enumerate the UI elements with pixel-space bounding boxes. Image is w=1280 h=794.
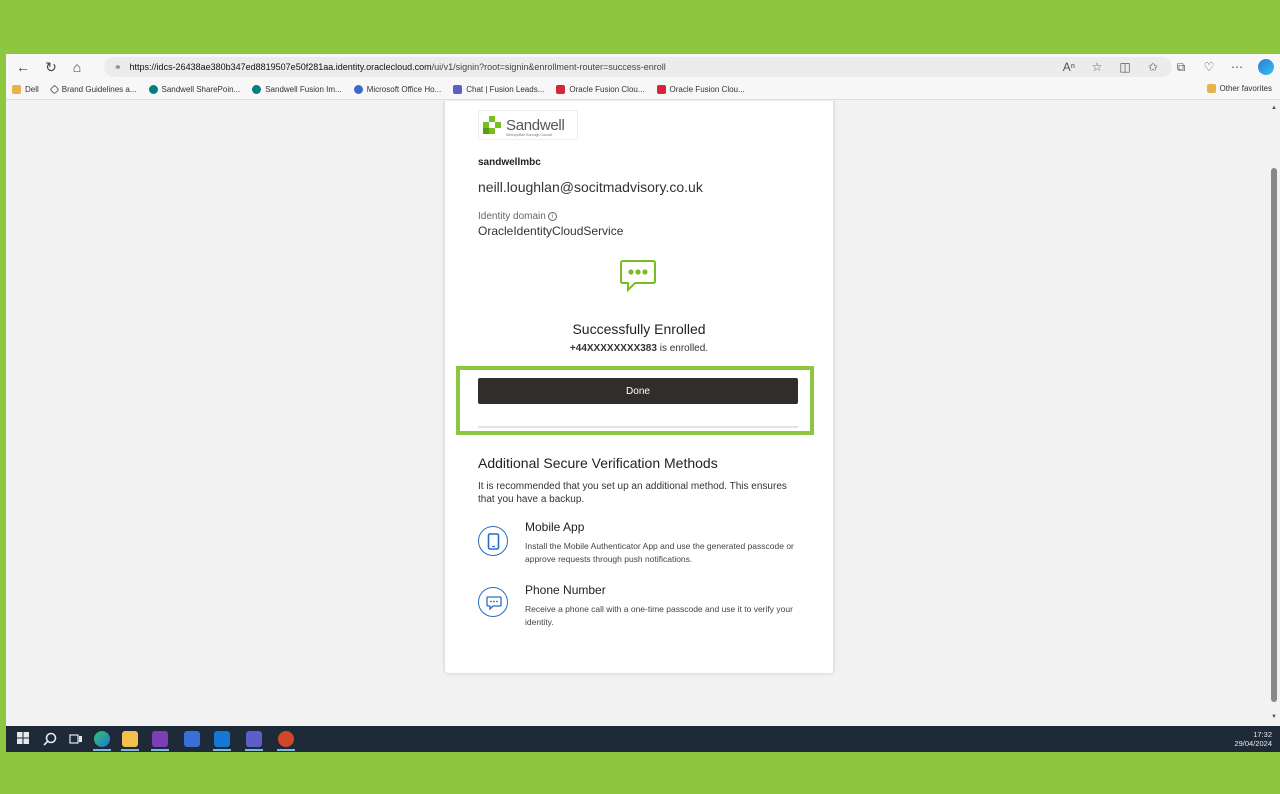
favorites-bar: Dell Brand Guidelines a... Sandwell Shar… bbox=[6, 80, 1280, 100]
success-title: Successfully Enrolled bbox=[572, 321, 706, 337]
app-icon[interactable] bbox=[184, 731, 200, 747]
identity-domain-label-text: Identity domain bbox=[478, 211, 546, 222]
oracle-icon bbox=[556, 85, 566, 94]
favorite-label: Sandwell Fusion Im... bbox=[265, 85, 342, 94]
info-icon[interactable]: i bbox=[547, 211, 557, 221]
teams-active-indicator bbox=[245, 749, 263, 751]
favorite-microsoft-office[interactable]: Microsoft Office Ho... bbox=[353, 85, 442, 94]
mobile-phone-icon bbox=[487, 533, 500, 550]
identity-domain-value: OracleIdentityCloudService bbox=[478, 224, 624, 238]
windows-start-icon[interactable] bbox=[16, 731, 32, 747]
phone-number-description: Receive a phone call with a one-time pas… bbox=[525, 604, 793, 627]
powerpoint-icon[interactable] bbox=[278, 731, 294, 747]
read-aloud-icon[interactable]: Aⁿ bbox=[1062, 60, 1076, 74]
scroll-thumb[interactable] bbox=[1271, 168, 1277, 702]
home-icon[interactable]: ⌂ bbox=[66, 56, 88, 78]
windows-taskbar: 17:32 29/04/2024 bbox=[6, 726, 1280, 752]
clock-date: 29/04/2024 bbox=[1234, 739, 1272, 748]
search-icon[interactable] bbox=[42, 731, 58, 747]
task-view-icon[interactable] bbox=[68, 731, 84, 747]
lock-icon: ⚭ bbox=[114, 61, 122, 72]
onenote-active-indicator bbox=[151, 749, 169, 751]
favorite-label: Chat | Fusion Leads... bbox=[466, 85, 545, 94]
favorite-label: Microsoft Office Ho... bbox=[366, 85, 442, 94]
enrolled-suffix: is enrolled. bbox=[656, 343, 709, 354]
page-scrollbar[interactable]: ▲ ▼ bbox=[1268, 101, 1280, 724]
more-icon[interactable]: ⋯ bbox=[1230, 60, 1244, 74]
additional-methods-title: Additional Secure Verification Methods bbox=[478, 455, 718, 471]
other-favorites-label: Other favorites bbox=[1219, 84, 1272, 93]
url-host: https://idcs-26438ae380b347ed8819507e50f… bbox=[129, 62, 432, 72]
enrolled-message: +44XXXXXXXX383 is enrolled. bbox=[445, 343, 833, 354]
enrolled-number: +44XXXXXXXX383 bbox=[569, 343, 657, 354]
onenote-icon[interactable] bbox=[152, 731, 168, 747]
favorite-oracle-fusion-2[interactable]: Oracle Fusion Clou... bbox=[656, 85, 745, 94]
favorite-brand-guidelines[interactable]: Brand Guidelines a... bbox=[49, 84, 137, 95]
scroll-down-icon[interactable]: ▼ bbox=[1271, 714, 1277, 720]
clock-time: 17:32 bbox=[1253, 730, 1272, 739]
toolbar-icons: Aⁿ ☆ ◫ ✩ ⧉ ♡ ⋯ bbox=[1062, 57, 1274, 77]
collections-icon[interactable]: ⧉ bbox=[1174, 60, 1188, 75]
logo-mark-icon bbox=[483, 116, 501, 134]
favorite-label: Dell bbox=[25, 85, 39, 94]
mobile-app-method-icon[interactable] bbox=[478, 526, 508, 556]
browser-essentials-icon[interactable]: ♡ bbox=[1202, 60, 1216, 74]
sms-chat-icon bbox=[620, 260, 656, 293]
sandwell-logo: Sandwell Metropolitan Borough Council bbox=[478, 110, 578, 140]
identity-domain-label: Identity domain i bbox=[478, 211, 557, 222]
other-favorites[interactable]: Other favorites bbox=[1206, 84, 1272, 93]
system-clock[interactable]: 17:32 29/04/2024 bbox=[1234, 730, 1272, 748]
favorite-sandwell-sharepoint[interactable]: Sandwell SharePoin... bbox=[148, 85, 241, 94]
scroll-up-icon[interactable]: ▲ bbox=[1271, 105, 1277, 111]
favorite-label: Brand Guidelines a... bbox=[61, 85, 137, 94]
powerpoint-active-indicator bbox=[277, 749, 295, 751]
favorite-label: Sandwell SharePoin... bbox=[161, 85, 241, 94]
favorite-dell[interactable]: Dell bbox=[12, 85, 39, 94]
refresh-icon[interactable]: ↻ bbox=[40, 56, 62, 78]
favorite-star-icon[interactable]: ☆ bbox=[1090, 60, 1104, 74]
edge-active-indicator bbox=[93, 749, 111, 751]
favorite-chat-fusion[interactable]: Chat | Fusion Leads... bbox=[453, 85, 544, 94]
teams-icon bbox=[453, 85, 463, 94]
back-icon[interactable]: ← bbox=[12, 56, 34, 78]
explorer-active-indicator bbox=[121, 749, 139, 751]
favorites-icon[interactable]: ✩ bbox=[1146, 60, 1160, 74]
office-icon bbox=[353, 85, 363, 94]
favorite-sandwell-fusion[interactable]: Sandwell Fusion Im... bbox=[252, 85, 342, 94]
outlook-active-indicator bbox=[213, 749, 231, 751]
outlook-icon[interactable] bbox=[214, 731, 230, 747]
tenant-name: sandwellmbc bbox=[478, 157, 541, 168]
done-button-highlight bbox=[456, 366, 814, 435]
address-bar-row: ← ↻ ⌂ ⚭ https://idcs-26438ae380b347ed881… bbox=[6, 54, 1280, 80]
phone-number-method-icon[interactable] bbox=[478, 587, 508, 617]
split-screen-icon[interactable]: ◫ bbox=[1118, 60, 1132, 74]
edge-icon[interactable] bbox=[94, 731, 110, 747]
brand-icon bbox=[49, 84, 60, 95]
logo-text: Sandwell bbox=[506, 116, 565, 134]
url-input[interactable]: ⚭ https://idcs-26438ae380b347ed8819507e5… bbox=[104, 57, 1172, 77]
sharepoint-icon bbox=[252, 85, 262, 94]
folder-icon bbox=[1206, 84, 1216, 93]
additional-methods-description: It is recommended that you set up an add… bbox=[478, 481, 787, 505]
logo-subtitle: Metropolitan Borough Council bbox=[506, 133, 553, 137]
mobile-app-title[interactable]: Mobile App bbox=[525, 520, 584, 534]
phone-number-title[interactable]: Phone Number bbox=[525, 583, 606, 597]
teams-icon[interactable] bbox=[246, 731, 262, 747]
mobile-app-description: Install the Mobile Authenticator App and… bbox=[525, 541, 794, 564]
sharepoint-icon bbox=[148, 85, 158, 94]
favorite-label: Oracle Fusion Clou... bbox=[669, 85, 745, 94]
favorite-label: Oracle Fusion Clou... bbox=[569, 85, 645, 94]
favorite-oracle-fusion-1[interactable]: Oracle Fusion Clou... bbox=[556, 85, 645, 94]
chat-bubble-icon bbox=[486, 596, 502, 611]
url-path: /ui/v1/signin?root=signin&enrollment-rou… bbox=[431, 62, 666, 72]
folder-icon bbox=[12, 85, 21, 94]
username: neill.loughlan@socitmadvisory.co.uk bbox=[478, 179, 703, 195]
file-explorer-icon[interactable] bbox=[122, 731, 138, 747]
copilot-icon[interactable] bbox=[1258, 59, 1274, 75]
oracle-icon bbox=[656, 85, 666, 94]
